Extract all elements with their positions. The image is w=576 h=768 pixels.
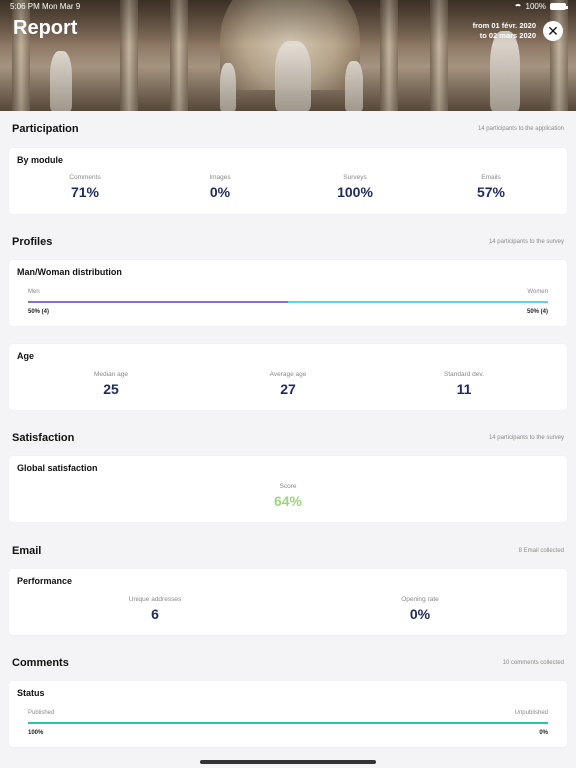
section-subtitle: 14 participants to the survey — [488, 239, 564, 245]
metric-value: 11 — [456, 381, 472, 397]
wifi-icon — [513, 3, 522, 10]
section-title: Satisfaction — [12, 432, 75, 444]
comments-section-header: Comments 10 comments collected — [12, 657, 564, 673]
date-range: from 01 févr. 2020 to 02 mars 2020 — [473, 21, 536, 41]
satisfaction-section-header: Satisfaction 14 participants to the surv… — [12, 432, 564, 448]
published-bar — [28, 722, 548, 724]
metric-value: 64% — [273, 493, 303, 509]
men-bar — [28, 301, 288, 303]
section-subtitle: 10 comments collected — [502, 660, 564, 666]
email-performance-card: Performance Unique addresses 6 Opening r… — [9, 569, 567, 635]
metric-unique-addresses: Unique addresses 6 — [105, 596, 205, 622]
date-range-from: from 01 févr. 2020 — [472, 21, 536, 30]
unpublished-value: 0% — [539, 730, 548, 736]
metric-value: 71% — [70, 184, 100, 200]
metric-label: Surveys — [343, 174, 367, 181]
metric-value: 25 — [103, 381, 119, 397]
section-title: Participation — [12, 123, 79, 135]
metric-value: 57% — [476, 184, 506, 200]
metric-value: 6 — [151, 606, 159, 622]
metric-label: Emails — [481, 174, 501, 181]
metric-value: 100% — [337, 184, 373, 200]
section-subtitle: 14 participants to the application — [477, 126, 564, 132]
global-satisfaction-card: Global satisfaction Score 64% — [9, 456, 567, 522]
card-title: Global satisfaction — [17, 463, 98, 473]
close-icon: ✕ — [547, 23, 559, 39]
section-title: Email — [12, 545, 42, 557]
men-label: Men — [28, 289, 40, 295]
section-title: Profiles — [12, 236, 53, 248]
header-banner-image — [0, 0, 576, 111]
home-indicator — [200, 760, 376, 764]
battery-icon — [550, 3, 568, 10]
card-title: Performance — [17, 576, 73, 586]
metric-label: Standard dev. — [444, 371, 484, 378]
metric-label: Unique addresses — [128, 596, 182, 603]
page-title: Report — [13, 17, 78, 39]
metric-standard-dev: Standard dev. 11 — [424, 371, 504, 397]
metric-label: Comments — [69, 174, 101, 181]
gender-distribution-card: Man/Woman distribution Men Women 50% (4)… — [9, 260, 567, 326]
status-bar: 5:06 PM Mon Mar 9 100% — [0, 2, 576, 14]
metric-label: Median age — [94, 371, 128, 378]
metric-opening-rate: Opening rate 0% — [370, 596, 470, 622]
date-range-to: to 02 mars 2020 — [479, 31, 536, 40]
published-value: 100% — [28, 730, 44, 736]
by-module-card: By module Comments 71% Images 0% Surveys… — [9, 148, 567, 214]
women-label: Women — [527, 289, 548, 295]
profiles-section-header: Profiles 14 participants to the survey — [12, 236, 564, 252]
men-value: 50% (4) — [28, 309, 50, 315]
metric-score: Score 64% — [248, 483, 328, 509]
metric-value: 0% — [209, 184, 231, 200]
card-title: Status — [17, 688, 45, 698]
women-bar — [288, 301, 548, 303]
comments-status-card: Status Published Unpublished 100% 0% — [9, 681, 567, 747]
section-subtitle: 8 Email collected — [518, 548, 564, 554]
close-button[interactable]: ✕ — [543, 21, 563, 41]
metric-emails: Emails 57% — [451, 174, 531, 200]
participation-section-header: Participation 14 participants to the app… — [12, 123, 564, 139]
card-title: Man/Woman distribution — [17, 267, 122, 277]
metric-value: 27 — [280, 381, 296, 397]
email-section-header: Email 8 Email collected — [12, 545, 564, 561]
metric-images: Images 0% — [180, 174, 260, 200]
section-subtitle: 14 participants to the survey — [488, 435, 564, 441]
metric-value: 0% — [409, 606, 431, 622]
unpublished-label: Unpublished — [514, 710, 548, 716]
metric-label: Opening rate — [401, 596, 439, 603]
section-title: Comments — [12, 657, 69, 669]
metric-label: Images — [209, 174, 231, 181]
metric-label: Average age — [269, 371, 307, 378]
card-title: Age — [17, 351, 35, 361]
published-label: Published — [28, 710, 55, 716]
battery-percent: 100% — [525, 2, 546, 11]
metric-average-age: Average age 27 — [248, 371, 328, 397]
status-time: 5:06 PM — [10, 2, 40, 11]
metric-surveys: Surveys 100% — [315, 174, 395, 200]
metric-comments: Comments 71% — [45, 174, 125, 200]
women-value: 50% (4) — [526, 309, 548, 315]
metric-label: Score — [279, 483, 297, 490]
status-date: Mon Mar 9 — [42, 2, 81, 11]
age-card: Age Median age 25 Average age 27 Standar… — [9, 344, 567, 410]
card-title: By module — [17, 155, 64, 165]
metric-median-age: Median age 25 — [71, 371, 151, 397]
